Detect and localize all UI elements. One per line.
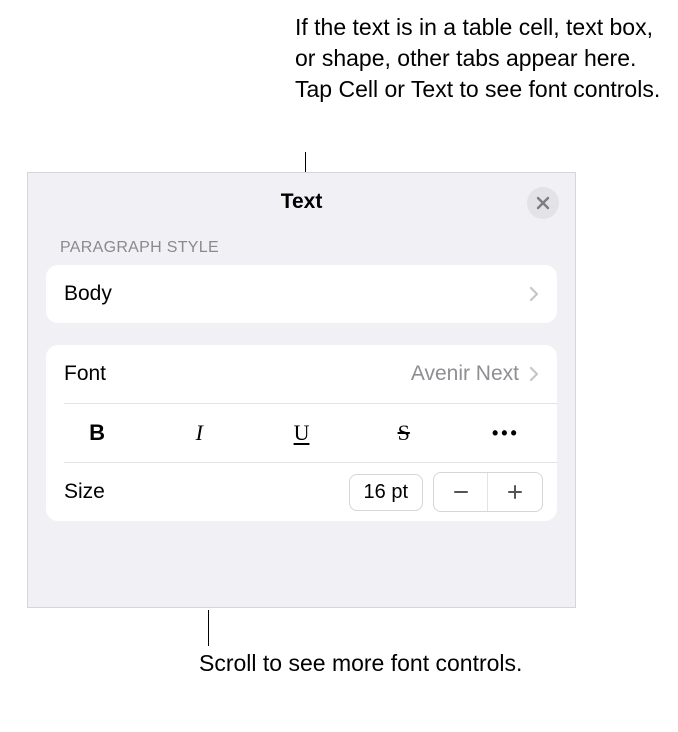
close-icon [536, 196, 550, 210]
italic-button[interactable]: I [148, 404, 250, 462]
underline-button[interactable]: U [250, 404, 352, 462]
panel-header: Text [28, 173, 575, 231]
size-stepper [433, 472, 543, 512]
paragraph-style-row[interactable]: Body [46, 265, 557, 323]
bold-button[interactable]: B [46, 404, 148, 462]
font-card: Font Avenir Next B I U S ••• Size 16 pt [46, 345, 557, 521]
minus-icon [452, 483, 470, 501]
panel-title: Text [281, 190, 323, 214]
font-row[interactable]: Font Avenir Next [46, 345, 557, 403]
paragraph-style-value: Body [64, 282, 529, 306]
annotation-top: If the text is in a table cell, text box… [295, 12, 665, 105]
font-value: Avenir Next [411, 362, 519, 386]
chevron-right-icon [529, 286, 539, 302]
paragraph-style-card: Body [46, 265, 557, 323]
decrease-size-button[interactable] [434, 473, 488, 511]
size-value[interactable]: 16 pt [349, 474, 423, 511]
paragraph-style-section-label: PARAGRAPH STYLE [28, 239, 575, 265]
chevron-right-icon [529, 366, 539, 382]
annotation-bottom: Scroll to see more font controls. [199, 648, 539, 679]
strikethrough-button[interactable]: S [353, 404, 455, 462]
size-row: Size 16 pt [46, 463, 557, 521]
more-options-button[interactable]: ••• [455, 404, 557, 462]
font-style-row: B I U S ••• [46, 404, 557, 462]
annotation-leader-bottom [208, 610, 209, 646]
font-label: Font [64, 362, 411, 386]
plus-icon [506, 483, 524, 501]
increase-size-button[interactable] [488, 473, 542, 511]
close-button[interactable] [527, 187, 559, 219]
size-label: Size [64, 480, 349, 504]
text-format-panel: Text PARAGRAPH STYLE Body Font Avenir Ne… [27, 172, 576, 608]
